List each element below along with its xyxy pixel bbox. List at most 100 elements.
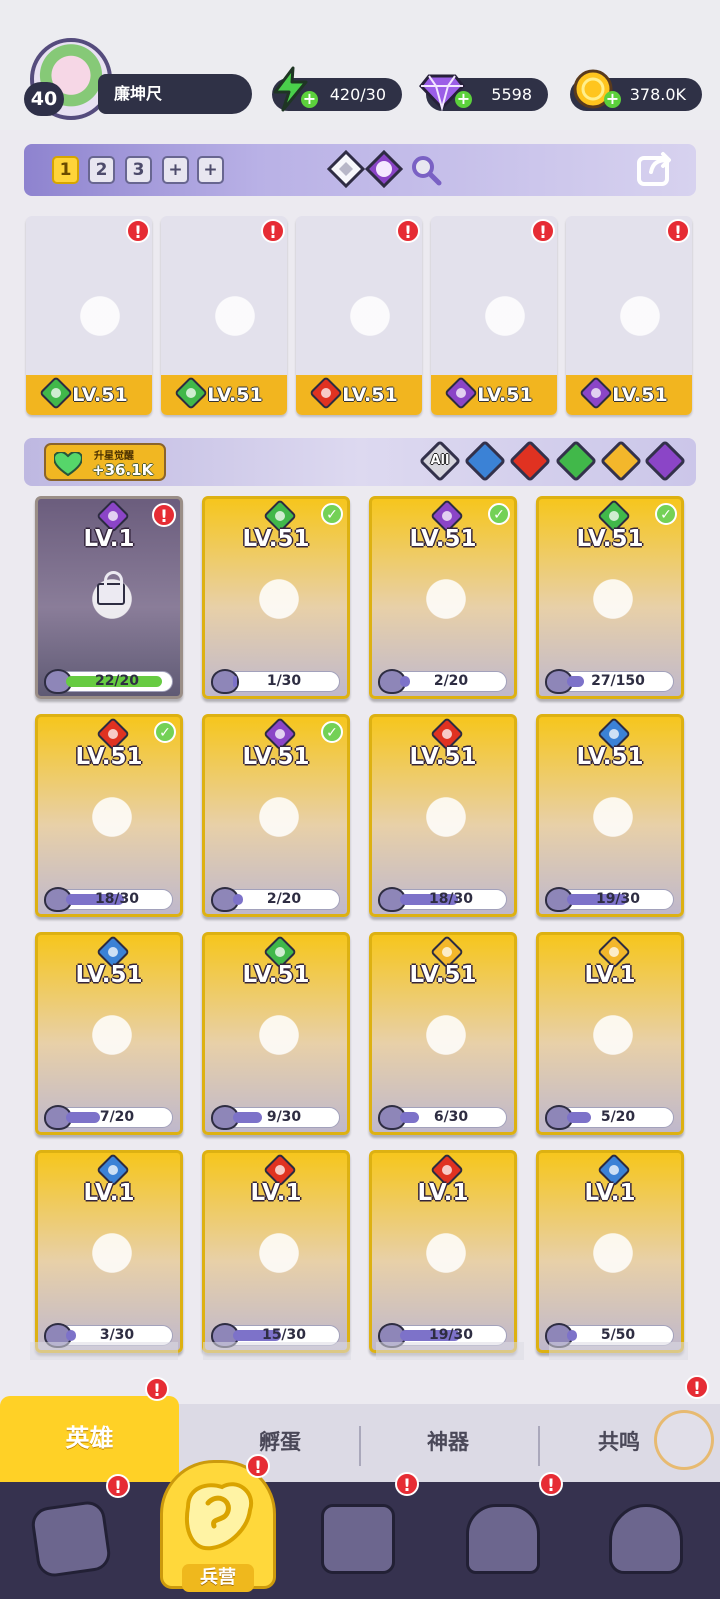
team-slot-level: LV.51 [612,384,668,406]
energy-value: 420/30 [329,85,386,104]
team-slot-card[interactable]: LV.51! [431,216,557,415]
hero-portrait [223,775,335,875]
coin-value: 378.0K [629,85,686,104]
hero-portrait [557,993,669,1093]
team-hero-portrait [44,274,152,374]
hero-card[interactable]: LV.1 19/30 [369,1150,517,1353]
hero-portrait [390,775,502,875]
team-hero-portrait [449,274,557,374]
hero-portrait [390,993,502,1093]
hero-card[interactable]: LV.51 19/30 [536,714,684,917]
hero-card[interactable]: LV.1 5/50 [536,1150,684,1353]
map-alert-icon: ! [395,1472,419,1496]
team-slot-alert-icon: ! [126,219,150,243]
hero-shard-progress: 2/20 [211,887,340,912]
team-hero-portrait [179,274,287,374]
mushroom-nav-icon[interactable] [609,1504,683,1574]
hero-card[interactable]: LV.51 7/20 [35,932,183,1135]
tab-resonance[interactable]: 共鸣 [583,1420,655,1464]
hero-level: LV.1 [417,1180,469,1206]
hero-portrait [223,1211,335,1311]
hero-shard-progress: 5/20 [545,1105,674,1130]
temple-alert-icon: ! [539,1472,563,1496]
team-tab-1[interactable]: 1 [52,156,79,184]
resonance-ring-icon[interactable] [654,1410,714,1470]
hero-card[interactable]: LV.1 15/30 [202,1150,350,1353]
hero-level: LV.51 [242,962,310,988]
team-tab-3[interactable]: 3 [125,156,152,184]
team-slot-card[interactable]: LV.51! [566,216,692,415]
hero-card[interactable]: LV.1 5/20 [536,932,684,1135]
cards-nav-icon[interactable] [29,1499,113,1579]
team-add-button-2[interactable]: + [197,156,224,184]
hero-card[interactable]: LV.51 18/30 [369,714,517,917]
bottom-navigation: ! 兵营 ! ! ! [0,1454,720,1599]
hero-progress-text: 1/30 [266,673,302,689]
search-icon[interactable] [406,150,444,188]
hero-portrait [557,557,669,657]
hero-level: LV.51 [242,744,310,770]
player-name: 廉坤尺 [98,74,252,114]
hero-shard-progress: 22/20 [44,669,173,694]
hero-card[interactable]: LV.51 27/150 ✓ [536,496,684,699]
filter-all-label: All [430,453,450,468]
hero-card[interactable]: LV.51 2/20 ✓ [369,496,517,699]
check-icon: ✓ [321,721,343,743]
awakening-card[interactable]: 升星觉醒 +36.1K [44,443,166,481]
team-slot-card[interactable]: LV.51! [296,216,422,415]
map-nav-icon[interactable] [321,1504,395,1574]
hero-card[interactable]: LV.1 3/30 [35,1150,183,1353]
filter-water-icon[interactable] [463,439,507,483]
hero-card[interactable]: LV.51 18/30 ✓ [35,714,183,917]
hero-card[interactable]: LV.51 6/30 [369,932,517,1135]
hero-progress-text: 22/20 [94,673,140,689]
hero-progress-text: 27/150 [591,673,645,689]
tab-artifact[interactable]: 神器 [394,1420,502,1464]
team-element-filter-icon[interactable] [327,150,365,188]
team-slot-card[interactable]: LV.51! [26,216,152,415]
share-icon[interactable] [635,150,673,188]
tab-hatch[interactable]: 孵蛋 [226,1420,334,1464]
team-hero-portrait [584,274,692,374]
team-slot-card[interactable]: LV.51! [161,216,287,415]
filter-light-icon[interactable] [599,439,643,483]
hero-level: LV.51 [409,744,477,770]
filter-nature-icon[interactable] [554,439,598,483]
tab-divider [359,1426,361,1466]
team-slot-alert-icon: ! [261,219,285,243]
gem-value: 5598 [491,85,532,104]
hero-card[interactable]: LV.1 22/20! [35,496,183,699]
hero-card[interactable]: LV.51 1/30 ✓ [202,496,350,699]
hero-portrait [223,993,335,1093]
hero-progress-text: 19/30 [595,891,641,907]
section-tab-bar: 英雄 ! 孵蛋 神器 共鸣 ! [0,1375,720,1484]
hero-progress-text: 2/20 [433,673,469,689]
hero-progress-text: 7/20 [99,1109,135,1125]
team-dark-element-icon[interactable] [365,150,403,188]
hero-shard-progress: 18/30 [44,887,173,912]
hero-shard-progress: 27/150 [545,669,674,694]
heart-icon [54,452,82,476]
filter-fire-icon[interactable] [508,439,552,483]
temple-nav-icon[interactable] [466,1504,540,1574]
hero-progress-text: 9/30 [266,1109,302,1125]
top-status-bar: 40 廉坤尺 420/30 + 5598 + 378.0K + [0,0,720,130]
awakening-value: +36.1K [92,461,154,479]
tab-heroes[interactable]: 英雄 [0,1396,179,1484]
team-add-button-1[interactable]: + [162,156,189,184]
lock-icon [97,571,125,605]
hero-level: LV.51 [409,962,477,988]
tab-divider [538,1426,540,1466]
hero-shard-progress: 19/30 [545,887,674,912]
hero-shard-progress: 2/20 [378,669,507,694]
hero-portrait [56,775,168,875]
filter-dark-icon[interactable] [643,439,687,483]
coin-plus-icon[interactable]: + [604,91,621,108]
awakening-title: 升星觉醒 [94,451,134,462]
gem-plus-icon[interactable]: + [455,91,472,108]
energy-plus-icon[interactable]: + [301,91,318,108]
hero-card[interactable]: LV.51 9/30 [202,932,350,1135]
hero-card[interactable]: LV.51 2/20 ✓ [202,714,350,917]
hero-level: LV.51 [242,526,310,552]
team-tab-2[interactable]: 2 [88,156,115,184]
